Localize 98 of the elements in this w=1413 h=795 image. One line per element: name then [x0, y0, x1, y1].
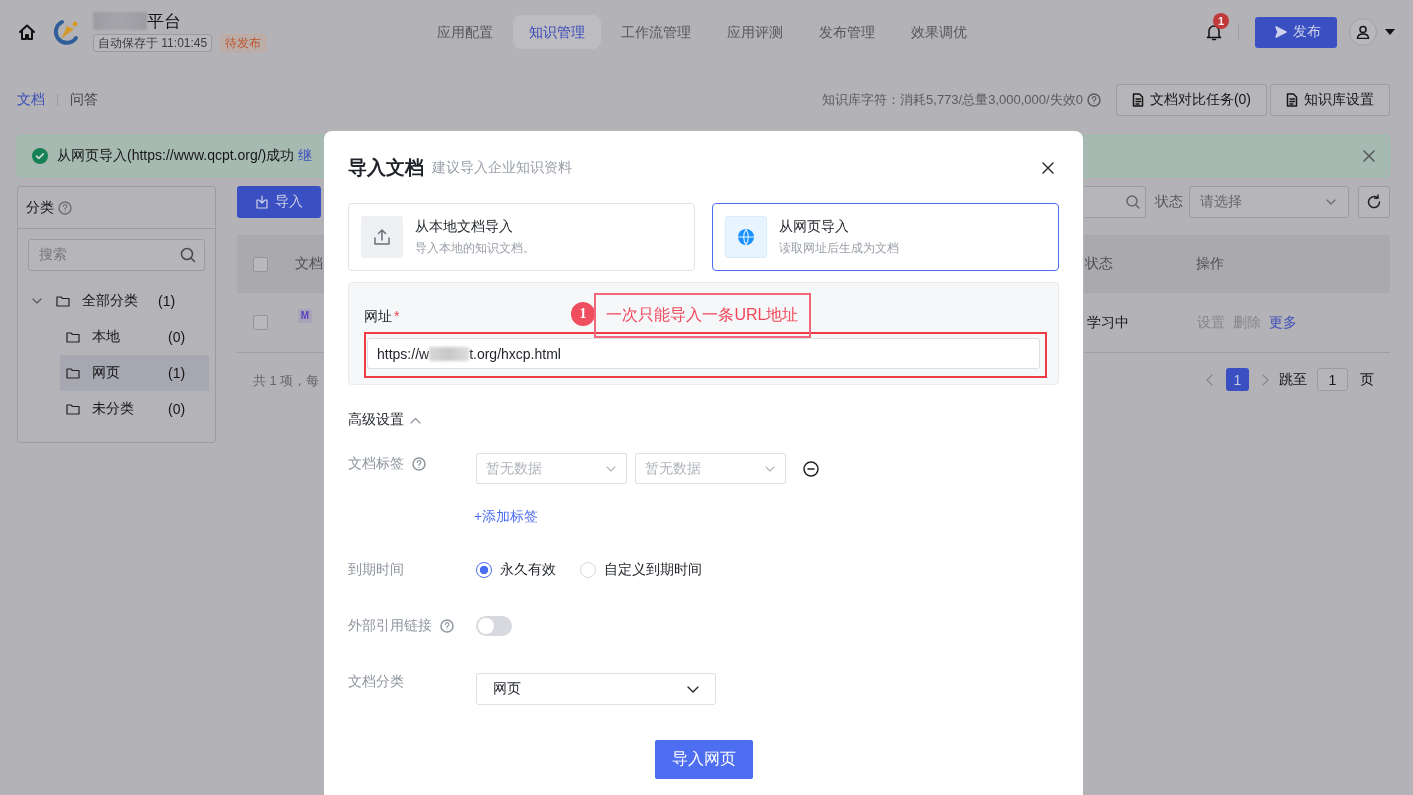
notification-count: 1	[1213, 13, 1229, 29]
close-icon	[1363, 150, 1375, 162]
add-tag-link[interactable]: +添加标签	[474, 508, 539, 526]
folder-icon	[66, 367, 80, 379]
status-badge: 待发布	[220, 34, 267, 52]
file-type-badge: M	[298, 308, 312, 323]
close-icon	[1042, 162, 1054, 174]
field-label: 文档分类	[348, 673, 404, 691]
page-number[interactable]: 1	[1226, 368, 1249, 391]
import-source-option[interactable]: 从本地文档导入 导入本地的知识文档。	[348, 203, 695, 271]
tree-item[interactable]: 未分类 (0)	[60, 391, 209, 427]
view-tab[interactable]: 文档	[17, 91, 45, 109]
previous-page-icon	[1206, 373, 1214, 386]
refresh-button[interactable]	[1358, 186, 1390, 218]
column-header: 文档	[295, 255, 323, 273]
panel-title: 分类	[26, 198, 54, 217]
app-title: 平台	[147, 12, 181, 31]
row-action-link[interactable]: 更多	[1269, 313, 1297, 332]
folder-icon	[66, 331, 80, 343]
success-message: 从网页导入(https://www.qcpt.org/)成功	[57, 147, 295, 165]
nav-tab[interactable]: 工作流管理	[605, 15, 707, 49]
nav-tab[interactable]: 应用评测	[711, 15, 799, 49]
annotation-callout: 一次只能导入一条URL地址	[594, 293, 811, 338]
minus-circle-icon	[803, 460, 819, 477]
chevron-down-icon	[606, 465, 616, 472]
column-header: 状态	[1085, 255, 1114, 273]
search-icon	[180, 247, 196, 263]
nav-tab[interactable]: 应用配置	[421, 15, 509, 49]
play-icon	[1275, 26, 1287, 38]
nav-tab[interactable]: 知识管理	[513, 15, 601, 49]
user-avatar[interactable]	[1349, 18, 1377, 46]
refresh-icon	[1366, 194, 1382, 210]
import-webpage-button[interactable]: 导入网页	[654, 740, 753, 779]
radio-label: 永久有效	[500, 561, 556, 579]
folder-icon	[56, 295, 70, 307]
search-field[interactable]	[1084, 186, 1146, 218]
row-checkbox[interactable]	[253, 315, 268, 330]
required-mark: *	[394, 308, 400, 324]
chevron-down-icon	[687, 685, 699, 693]
caret-icon	[1385, 29, 1395, 35]
page-unit-label: 页	[1360, 370, 1374, 389]
help-icon	[440, 619, 454, 633]
toggle-switch[interactable]	[476, 616, 512, 636]
tree-item[interactable]: 本地 (0)	[60, 319, 209, 355]
import-icon	[255, 195, 269, 209]
field-label: 网址	[364, 308, 392, 324]
dialog-title: 导入文档	[348, 156, 424, 180]
settings-button[interactable]: 知识库设置	[1270, 84, 1390, 116]
advanced-settings-toggle[interactable]: 高级设置	[348, 410, 1059, 430]
chevron-down-icon	[765, 465, 775, 472]
category-select[interactable]: 网页	[476, 673, 716, 705]
folder-icon	[66, 403, 80, 415]
autosave-status: 自动保存于 11:01:45	[93, 34, 213, 52]
bell-icon	[1206, 23, 1222, 41]
success-icon	[32, 148, 48, 164]
field-label: 到期时间	[348, 561, 404, 579]
import-source-option[interactable]: 从网页导入 读取网址后生成为文档	[712, 203, 1059, 271]
user-icon	[1356, 25, 1370, 39]
chevron-up-icon	[410, 416, 421, 424]
document-icon	[1286, 93, 1298, 107]
next-page-icon	[1261, 373, 1269, 386]
table-cell-text: 学习中	[1087, 313, 1130, 332]
notification-button[interactable]: 1	[1206, 13, 1230, 41]
page-jump-field[interactable]: 1	[1317, 368, 1348, 391]
continue-link[interactable]: 继	[298, 147, 313, 165]
status-select[interactable]: 请选择	[1189, 186, 1349, 218]
home-icon	[18, 23, 36, 41]
nav-tab[interactable]: 效果调优	[895, 15, 983, 49]
field-label: 外部引用链接	[348, 617, 432, 635]
document-icon	[1131, 93, 1144, 107]
dialog-subtitle: 建议导入企业知识资料	[432, 159, 572, 177]
close-button[interactable]	[1042, 162, 1054, 174]
quota-text: 知识库字符：消耗5,773/总量3,000,000/失效0	[822, 91, 1083, 109]
help-icon	[58, 200, 72, 215]
import-button[interactable]: 导入	[237, 186, 321, 218]
compare-task-button[interactable]: 文档对比任务(0)	[1115, 84, 1267, 116]
field-label: 文档标签	[348, 455, 404, 473]
search-icon	[1126, 195, 1140, 209]
header-checkbox[interactable]	[253, 256, 268, 272]
view-tab[interactable]: 问答	[70, 91, 98, 109]
remove-tag-button[interactable]	[803, 460, 819, 477]
filter-label: 状态	[1155, 193, 1183, 211]
globe-icon	[737, 228, 755, 246]
radio-button[interactable]	[476, 562, 492, 578]
chevron-down-icon	[1326, 199, 1336, 205]
publish-button[interactable]: 发布	[1255, 16, 1337, 48]
upload-icon	[373, 228, 391, 246]
tree-item[interactable]: 网页 (1)	[60, 355, 209, 391]
nav-tab[interactable]: 发布管理	[803, 15, 891, 49]
url-input-field[interactable]: https://w t.org/hxcp.html	[367, 338, 1040, 369]
column-header: 操作	[1196, 255, 1224, 273]
help-icon	[1086, 93, 1101, 107]
radio-label: 自定义到期时间	[604, 561, 702, 579]
help-icon	[412, 457, 426, 471]
step-number-badge: 1	[571, 302, 595, 326]
jump-label: 跳至	[1279, 370, 1307, 389]
tree-item[interactable]: 全部分类 (1)	[18, 283, 209, 319]
total-count-text: 共 1 项，每	[253, 372, 321, 390]
